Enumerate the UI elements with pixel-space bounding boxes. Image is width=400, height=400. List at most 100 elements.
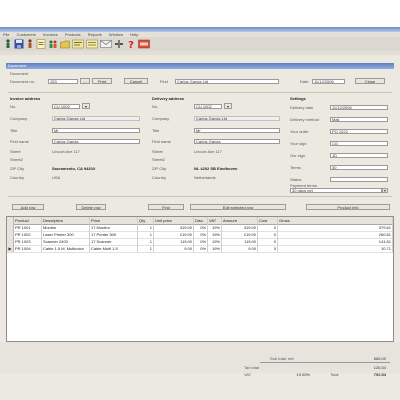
cell-product[interactable]: PR 1003: [14, 238, 42, 245]
cell-gross[interactable]: 379.61: [278, 224, 393, 231]
delivery-company-field[interactable]: Carlos Garcia Ltd: [194, 116, 280, 121]
settings-delivery-method-label: Delivery method: [290, 117, 319, 122]
find-product-button[interactable]: Find: [148, 204, 184, 210]
delivery-number-field[interactable]: CU 1002: [194, 104, 222, 109]
document-number-field[interactable]: 153: [48, 79, 78, 84]
payment-terms-dropdown-icon[interactable]: ▾: [382, 188, 388, 193]
cell-gross[interactable]: 141.61: [278, 238, 393, 245]
cell-description[interactable]: Laser Printer 300: [42, 231, 90, 238]
invoice-title-label: Title: [10, 128, 18, 133]
settings-your-sign-field[interactable]: CG: [330, 141, 388, 146]
settings-our-sign-field[interactable]: JD: [330, 153, 388, 158]
cell-price[interactable]: Cable Multi 1.5: [90, 245, 138, 252]
help-icon[interactable]: ?: [126, 39, 136, 49]
settings-status-field[interactable]: [330, 177, 388, 182]
payment-terms-select[interactable]: 30 days net: [290, 188, 382, 193]
close-button[interactable]: Close: [355, 78, 385, 84]
settings-delivery-date-field[interactable]: 11/12/2006: [330, 105, 388, 110]
cell-amount[interactable]: 9.00: [222, 245, 258, 252]
invoice-title-field[interactable]: Mr: [52, 128, 140, 133]
delivery-number-lookup[interactable]: ▾: [224, 103, 232, 109]
cell-price[interactable]: 17 Printer 300: [90, 231, 138, 238]
column-header-price[interactable]: Price: [90, 217, 138, 224]
column-header-vat[interactable]: VAT: [208, 217, 222, 224]
edit-selected-row-button[interactable]: Edit selected row: [190, 204, 286, 210]
cell-unit-price[interactable]: 219.00: [154, 231, 194, 238]
exit-icon[interactable]: [138, 39, 150, 49]
mail-icon[interactable]: [100, 39, 112, 49]
cell-product[interactable]: PR 1001: [14, 224, 42, 231]
cell-discount[interactable]: 0%: [194, 245, 208, 252]
cell-cost[interactable]: 0: [258, 245, 278, 252]
column-header-qty[interactable]: Qty: [138, 217, 154, 224]
cell-discount[interactable]: 0%: [194, 238, 208, 245]
cell-vat[interactable]: 19%: [208, 245, 222, 252]
cell-amount[interactable]: 319.00: [222, 224, 258, 231]
user-icon[interactable]: [26, 39, 34, 49]
tools-icon[interactable]: [114, 39, 124, 49]
cell-cost[interactable]: 0: [258, 231, 278, 238]
invoice-street-value: Lincoln Ave 117: [52, 149, 80, 154]
cell-qty[interactable]: 1: [138, 224, 154, 231]
cell-unit-price[interactable]: 119.00: [154, 238, 194, 245]
product-info-button[interactable]: Product info: [306, 204, 390, 210]
invoice-icon[interactable]: [72, 39, 84, 49]
group-icon[interactable]: [48, 39, 58, 49]
cell-description[interactable]: Scanner 2400: [42, 238, 90, 245]
delivery-firstname-field[interactable]: Carlos Garcia: [194, 139, 280, 144]
table-row[interactable]: ▶ PR 1004 Cable 1.5 M, Multicolor Cable …: [7, 245, 393, 253]
cell-vat[interactable]: 19%: [208, 238, 222, 245]
delete-row-button[interactable]: Delete row: [76, 204, 106, 210]
column-header-description[interactable]: Description: [42, 217, 90, 224]
settings-terms-field[interactable]: 30: [330, 165, 388, 170]
cell-vat[interactable]: 19%: [208, 231, 222, 238]
cell-product[interactable]: PR 1004: [14, 245, 42, 252]
delivery-title-field[interactable]: Mr: [194, 128, 280, 133]
column-header-amount[interactable]: Amount: [222, 217, 258, 224]
column-header-discount[interactable]: Disc.: [194, 217, 208, 224]
cell-amount[interactable]: 119.00: [222, 238, 258, 245]
cell-description[interactable]: Monitor: [42, 224, 90, 231]
find-document-button[interactable]: ...: [80, 78, 90, 84]
cell-vat[interactable]: 19%: [208, 224, 222, 231]
person-icon[interactable]: [4, 39, 12, 49]
cell-amount[interactable]: 219.00: [222, 231, 258, 238]
cell-unit-price[interactable]: 319.00: [154, 224, 194, 231]
totals-panel: [0, 342, 400, 373]
cell-price[interactable]: 17 Scanner: [90, 238, 138, 245]
save-icon[interactable]: [14, 39, 24, 49]
cancel-button[interactable]: Cancel: [124, 78, 148, 84]
add-row-button[interactable]: Add row: [12, 204, 44, 210]
invoice-number-lookup[interactable]: ▾: [82, 103, 90, 109]
report-icon[interactable]: [86, 39, 98, 49]
delivery-title-label: Title: [152, 128, 160, 133]
cell-product[interactable]: PR 1002: [14, 231, 42, 238]
cell-discount[interactable]: 0%: [194, 231, 208, 238]
invoice-firstname-field[interactable]: Carlos Garcia: [52, 139, 140, 144]
settings-delivery-method-field[interactable]: Mail: [330, 117, 388, 122]
column-header-gross[interactable]: Gross: [278, 217, 393, 224]
cell-unit-price[interactable]: 9.00: [154, 245, 194, 252]
cell-gross[interactable]: 260.61: [278, 231, 393, 238]
cell-gross[interactable]: 10.71: [278, 245, 393, 252]
print-button[interactable]: Print: [92, 78, 112, 84]
column-header-unit-price[interactable]: Unit price: [154, 217, 194, 224]
column-header-product[interactable]: Product: [14, 217, 42, 224]
cell-description[interactable]: Cable 1.5 M, Multicolor: [42, 245, 90, 252]
net-total-value: 666.00: [373, 356, 386, 361]
cell-discount[interactable]: 0%: [194, 224, 208, 231]
settings-your-order-field[interactable]: PO 1022: [330, 129, 388, 134]
invoice-company-field[interactable]: Carlos Garcia Ltd: [52, 116, 140, 121]
cell-price[interactable]: 17 Monitor: [90, 224, 138, 231]
invoice-number-field[interactable]: CU 1002: [52, 104, 80, 109]
cell-qty[interactable]: 1: [138, 231, 154, 238]
cell-cost[interactable]: 0: [258, 224, 278, 231]
column-header-cost[interactable]: Cost: [258, 217, 278, 224]
cell-qty[interactable]: 1: [138, 238, 154, 245]
date-field[interactable]: 11/12/2006: [312, 79, 345, 84]
folder-icon[interactable]: [60, 39, 70, 49]
cell-qty[interactable]: 1: [138, 245, 154, 252]
customer-find-field[interactable]: Carlos Garcia Ltd: [175, 79, 279, 84]
document-icon[interactable]: [36, 39, 46, 49]
cell-cost[interactable]: 0: [258, 238, 278, 245]
